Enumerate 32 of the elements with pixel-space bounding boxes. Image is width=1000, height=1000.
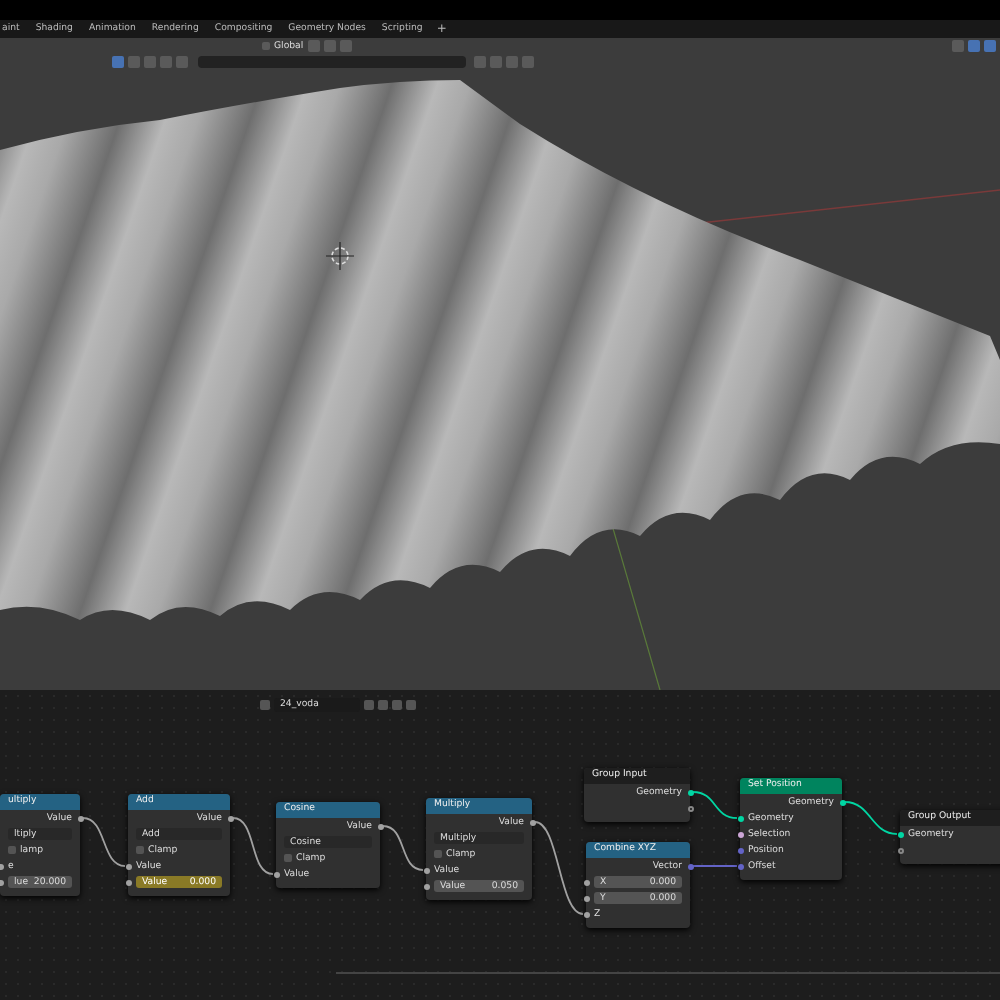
node-link (692, 865, 738, 867)
socket-icon[interactable] (529, 819, 535, 825)
node-link (534, 821, 584, 915)
node-link (232, 817, 274, 875)
socket-icon[interactable] (737, 831, 743, 837)
checkbox[interactable] (434, 850, 442, 858)
socket-icon[interactable] (687, 789, 693, 795)
socket-icon[interactable] (423, 883, 429, 889)
checkbox[interactable] (8, 846, 16, 854)
socket-icon[interactable] (227, 815, 233, 821)
socket-icon[interactable] (583, 895, 589, 901)
socket-icon[interactable] (897, 831, 903, 837)
node-link (844, 801, 898, 835)
node-link (382, 825, 424, 871)
socket-icon[interactable] (897, 847, 903, 853)
socket-icon[interactable] (839, 799, 845, 805)
socket-icon[interactable] (583, 879, 589, 885)
node-link (82, 817, 126, 867)
socket-icon[interactable] (583, 911, 589, 917)
socket-icon[interactable] (687, 805, 693, 811)
socket-icon[interactable] (77, 815, 83, 821)
socket-icon[interactable] (377, 823, 383, 829)
checkbox[interactable] (136, 846, 144, 854)
socket-icon[interactable] (125, 863, 131, 869)
socket-icon[interactable] (423, 867, 429, 873)
3d-cursor-icon[interactable] (325, 241, 355, 271)
search-field[interactable] (198, 56, 466, 68)
socket-icon[interactable] (737, 815, 743, 821)
socket-icon[interactable] (125, 879, 131, 885)
socket-icon[interactable] (273, 871, 279, 877)
node-link (692, 791, 738, 819)
checkbox[interactable] (284, 854, 292, 862)
